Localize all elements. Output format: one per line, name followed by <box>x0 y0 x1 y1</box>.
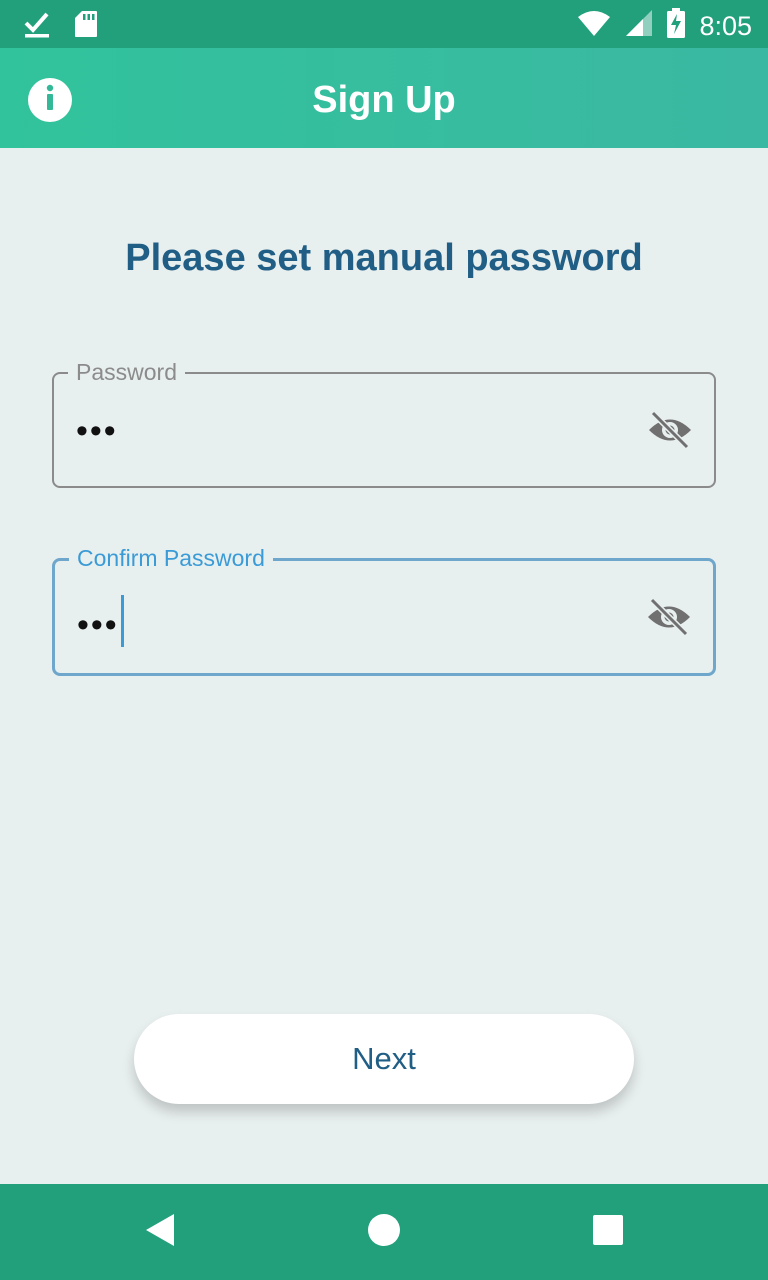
form-heading: Please set manual password <box>125 237 643 279</box>
eye-off-icon <box>646 597 692 641</box>
next-button[interactable]: Next <box>134 1014 634 1104</box>
home-button[interactable] <box>364 1213 404 1252</box>
password-field[interactable]: Password ••• <box>52 358 716 488</box>
password-label: Password <box>68 358 185 386</box>
recents-button[interactable] <box>588 1214 628 1250</box>
home-icon <box>367 1213 401 1252</box>
sd-card-icon <box>74 10 98 43</box>
signal-icon <box>625 9 653 42</box>
download-done-icon <box>24 10 50 43</box>
status-bar: 8:05 <box>0 0 768 48</box>
app-bar: Sign Up <box>0 48 768 148</box>
confirm-password-field[interactable]: Confirm Password ••• <box>52 544 716 676</box>
system-nav-bar <box>0 1184 768 1280</box>
confirm-password-label: Confirm Password <box>69 544 273 572</box>
recents-icon <box>592 1214 624 1251</box>
status-time: 8:05 <box>699 10 752 41</box>
battery-charging-icon <box>667 8 686 43</box>
confirm-password-input[interactable]: ••• <box>77 595 124 653</box>
text-caret <box>120 595 124 647</box>
confirm-password-value: ••• <box>77 605 119 644</box>
back-button[interactable] <box>140 1213 180 1252</box>
password-input[interactable]: ••• <box>76 414 118 448</box>
password-visibility-toggle[interactable] <box>646 410 694 454</box>
page-title: Sign Up <box>312 79 456 121</box>
wifi-icon <box>577 9 611 42</box>
back-icon <box>144 1213 176 1252</box>
eye-off-icon <box>647 410 693 454</box>
confirm-password-visibility-toggle[interactable] <box>645 597 693 641</box>
